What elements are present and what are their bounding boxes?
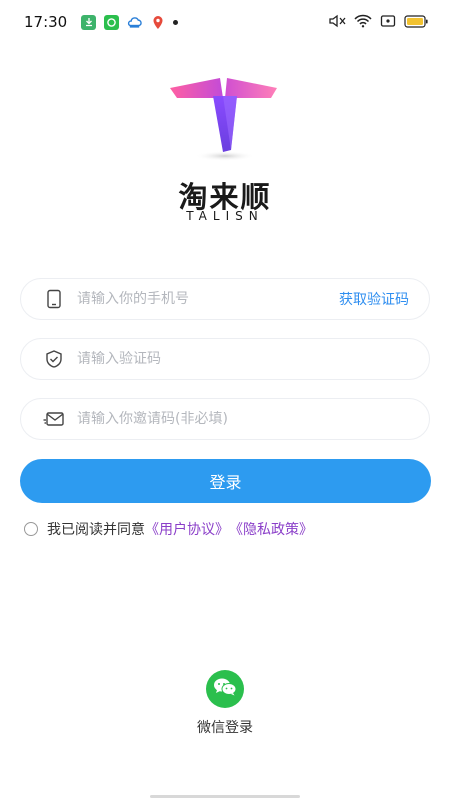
map-pin-icon (150, 15, 165, 30)
brand-name-english: TALISN (186, 209, 264, 223)
wechat-icon (213, 677, 237, 701)
get-code-button[interactable]: 获取验证码 (339, 289, 409, 309)
phone-icon (43, 288, 65, 310)
phone-field[interactable]: 获取验证码 (20, 278, 430, 320)
status-left: 17:30 (24, 13, 179, 31)
wechat-login: 微信登录 (0, 670, 450, 737)
cloud-icon (127, 15, 142, 30)
screen-icon (380, 13, 396, 32)
envelope-icon (43, 408, 65, 430)
agreement-checkbox[interactable] (24, 522, 38, 536)
wechat-login-label: 微信登录 (197, 720, 253, 736)
download-icon (81, 14, 97, 30)
status-right (328, 13, 428, 32)
chat-icon (104, 14, 120, 30)
battery-icon (404, 13, 428, 32)
wechat-login-button[interactable] (206, 670, 244, 708)
status-bar: 17:30 (0, 0, 450, 44)
status-time: 17:30 (24, 13, 68, 31)
invite-code-field[interactable] (20, 398, 430, 440)
phone-input[interactable] (77, 291, 339, 307)
invite-code-input[interactable] (77, 411, 429, 427)
home-indicator[interactable] (150, 795, 300, 798)
wifi-icon (354, 13, 372, 32)
more-notifications-dot-icon (173, 19, 179, 25)
shield-check-icon (43, 348, 65, 370)
verification-code-input[interactable] (77, 351, 429, 367)
mute-icon (328, 13, 346, 32)
privacy-policy-link[interactable]: 《隐私政策》 (229, 519, 313, 539)
user-agreement-link[interactable]: 《用户协议》 (145, 519, 229, 539)
agreement-row: 我已阅读并同意 《用户协议》 《隐私政策》 (24, 519, 313, 539)
verification-code-field[interactable] (20, 338, 430, 380)
brand-logo (165, 76, 285, 166)
login-button[interactable]: 登录 (20, 459, 431, 503)
agreement-prefix: 我已阅读并同意 (47, 522, 145, 538)
